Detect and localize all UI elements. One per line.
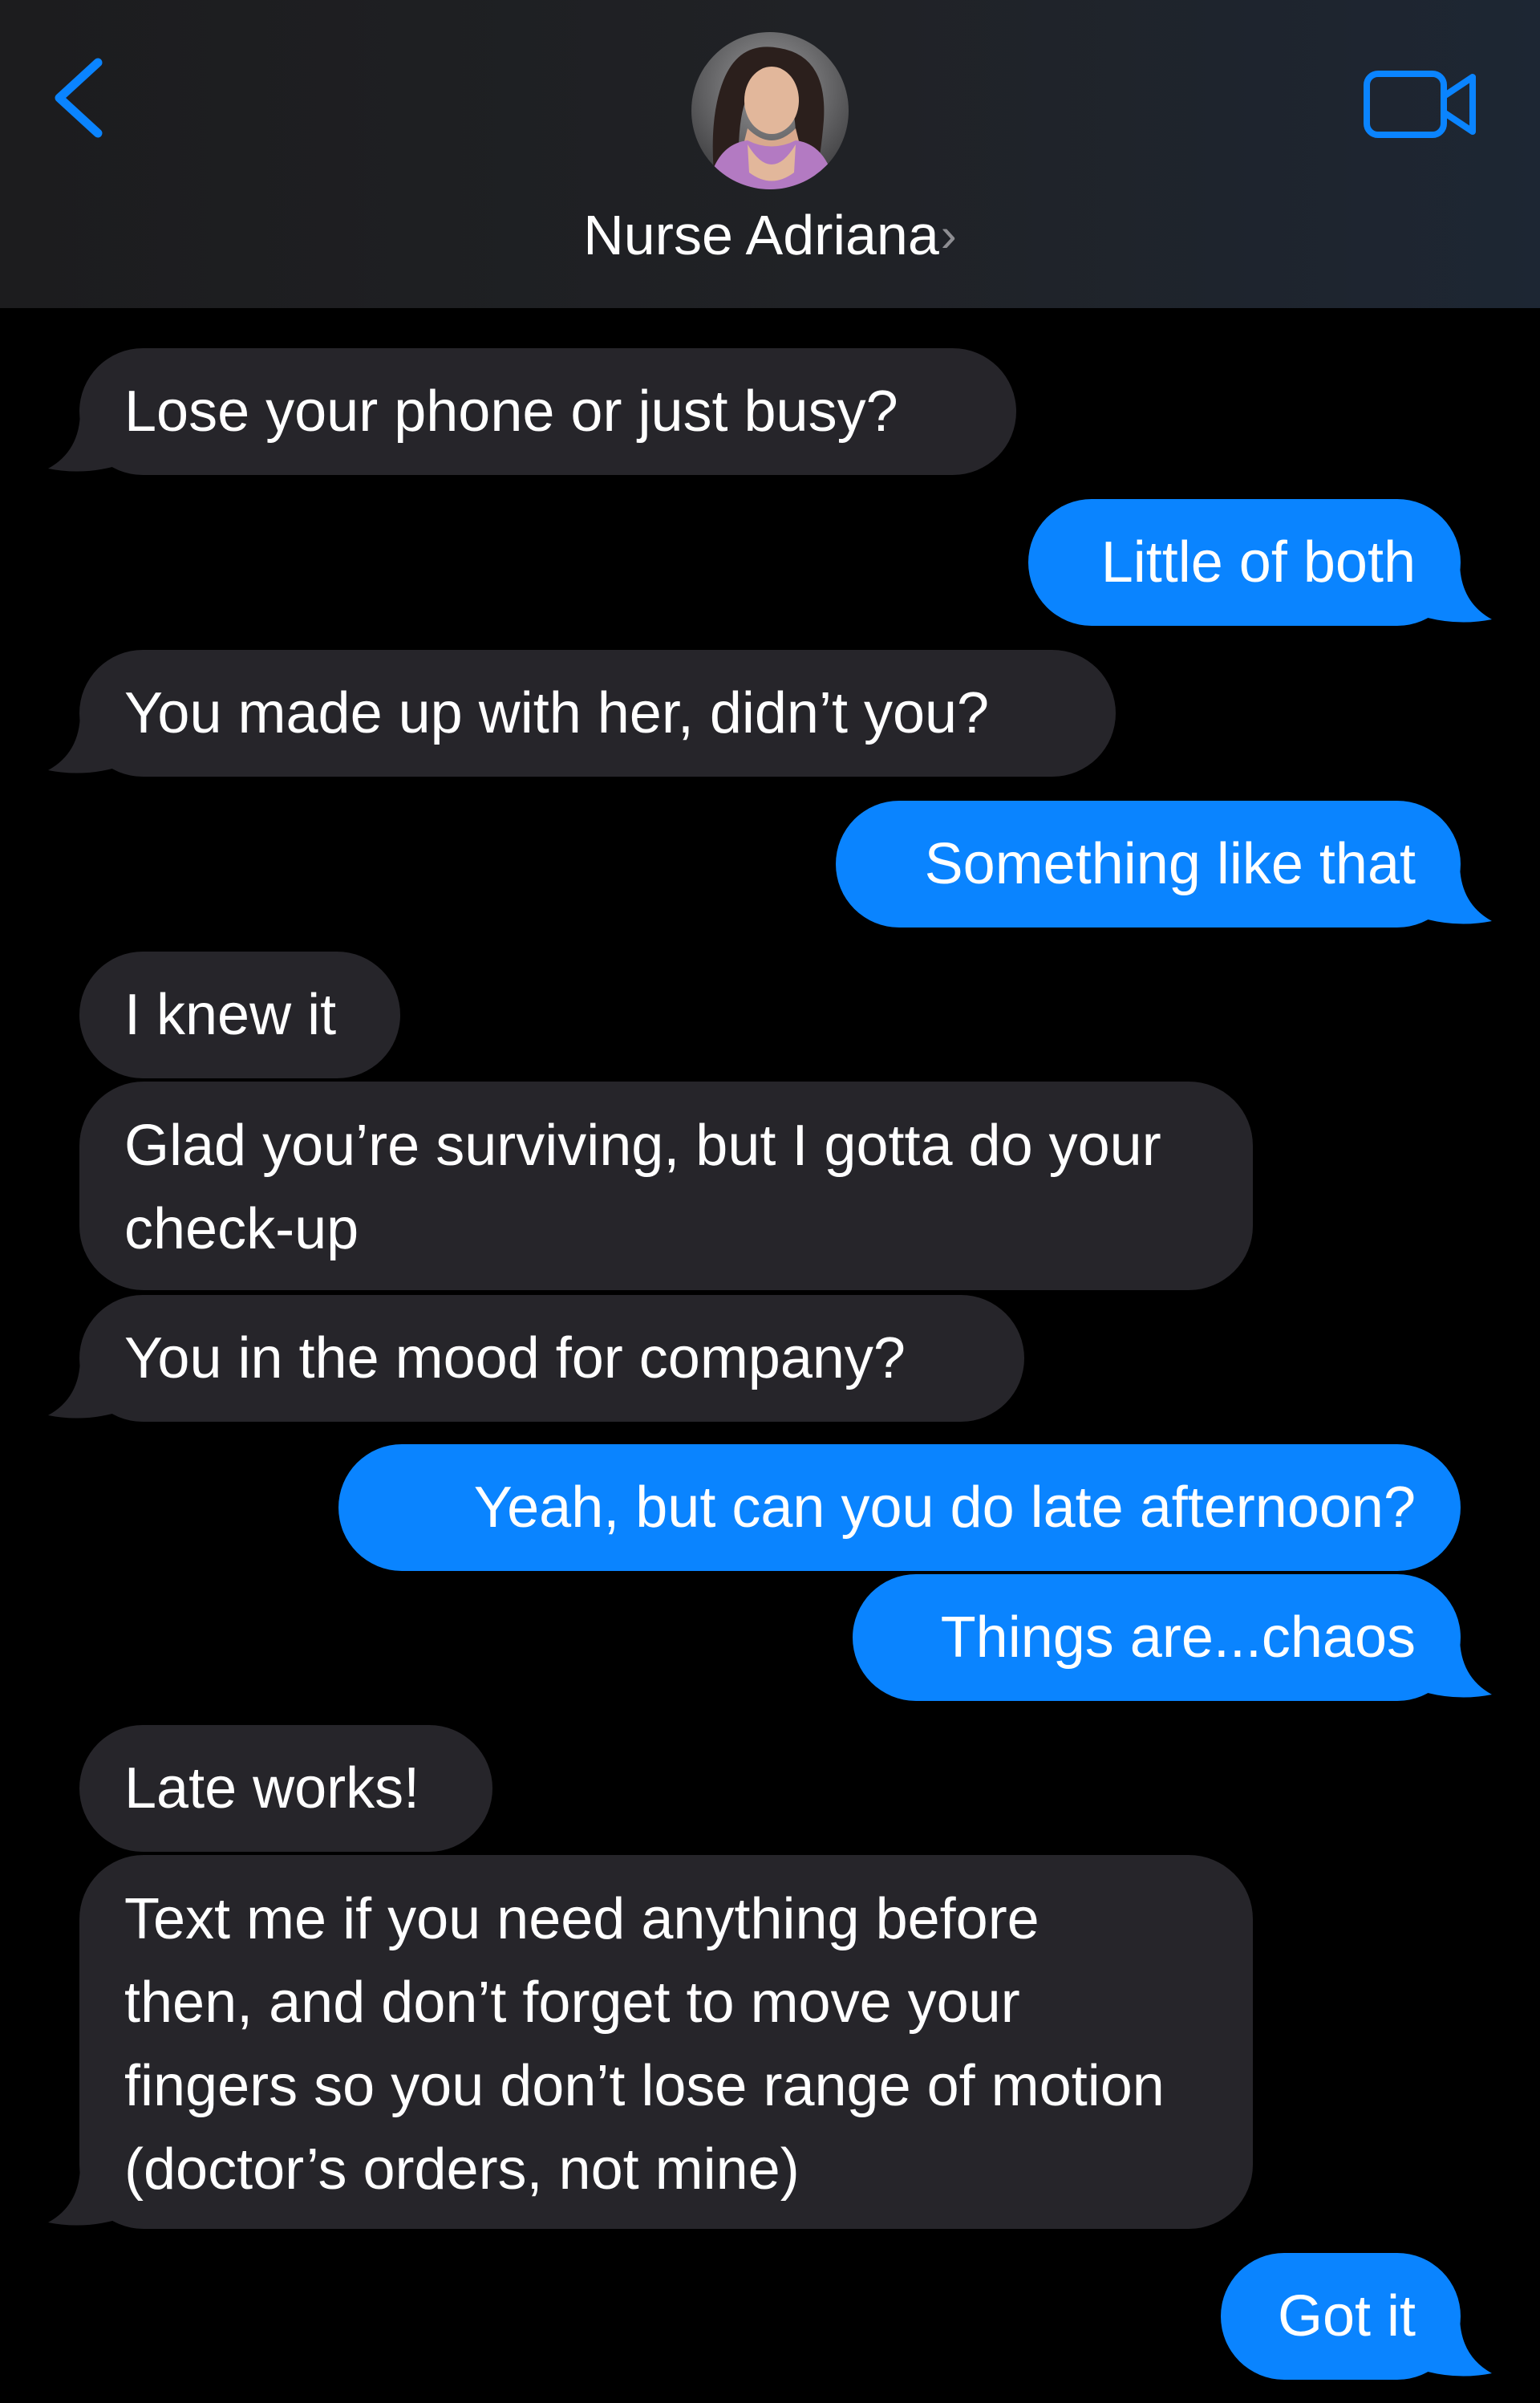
bubble-tail [1428,562,1492,623]
message-text: Little of both [1100,530,1416,595]
message-text: Things are...chaos [940,1605,1416,1670]
chevron-right-icon: › [940,208,957,262]
avatar[interactable] [691,32,849,189]
message-text: Yeah, but can you do late afternoon? [473,1475,1416,1540]
conversation-header: Nurse Adriana› [0,0,1540,308]
bubble-tail [1428,1637,1492,1698]
message-outgoing[interactable]: Things are...chaos [853,1574,1461,1701]
bubble-tail [48,712,112,773]
message-incoming[interactable]: Lose your phone or just busy? [79,348,1016,475]
message-text: Text me if you need anything before then… [124,1887,1165,2202]
message-text: Glad you’re surviving, but I gotta do yo… [124,1114,1161,1261]
message-text: You in the mood for company? [124,1326,906,1390]
bubble-tail [1428,2316,1492,2377]
message-text: You made up with her, didn’t you? [124,681,990,745]
message-outgoing[interactable]: Something like that [836,801,1461,928]
message-text: Something like that [924,832,1416,896]
contact-name: Nurse Adriana [583,204,939,266]
message-incoming[interactable]: Glad you’re surviving, but I gotta do yo… [79,1082,1253,1290]
bubble-tail [48,1358,112,1419]
message-text: I knew it [124,983,337,1047]
message-incoming[interactable]: You made up with her, didn’t you? [79,650,1116,777]
facetime-video-button[interactable] [1360,64,1481,144]
contact-photo [691,32,849,189]
message-incoming[interactable]: Text me if you need anything before then… [79,1855,1253,2229]
message-text: Late works! [124,1756,420,1821]
bubble-tail [48,411,112,472]
message-incoming[interactable]: You in the mood for company? [79,1295,1024,1422]
message-outgoing[interactable]: Yeah, but can you do late afternoon? [338,1444,1461,1571]
contact-name-button[interactable]: Nurse Adriana› [0,199,1540,271]
message-incoming[interactable]: I knew it [79,952,400,1078]
message-text: Lose your phone or just busy? [124,380,898,444]
chevron-left-icon [55,58,103,138]
message-outgoing[interactable]: Little of both [1028,499,1461,626]
message-incoming[interactable]: Late works! [79,1725,492,1852]
message-text: Got it [1277,2284,1416,2348]
bubble-tail [1428,863,1492,924]
bubble-tail [48,2165,112,2226]
message-outgoing[interactable]: Got it [1221,2253,1461,2380]
video-camera-icon [1364,71,1476,138]
back-button[interactable] [48,50,112,146]
